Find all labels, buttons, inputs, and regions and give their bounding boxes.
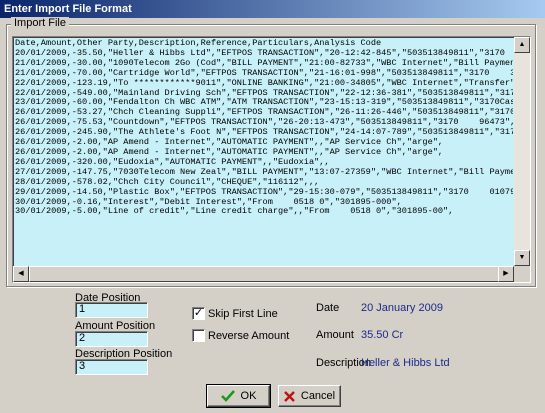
ok-button[interactable]: OK — [206, 384, 271, 408]
import-file-lines: Date,Amount,Other Party,Description,Refe… — [15, 39, 513, 265]
cancel-button[interactable]: Cancel — [278, 385, 341, 407]
checkmark-icon — [220, 390, 235, 402]
cancel-button-label: Cancel — [300, 390, 336, 402]
preview-amount-label: Amount — [316, 329, 354, 341]
import-file-group: Import File Date,Amount,Other Party,Desc… — [6, 17, 536, 287]
window-title: Enter Import File Format — [0, 0, 545, 18]
x-mark-icon — [284, 390, 295, 402]
import-file-line: 29/01/2009,-14.50,"Plastic Box","EFTPOS … — [15, 186, 513, 197]
scroll-down-arrow-icon[interactable]: ▼ — [514, 250, 530, 266]
scroll-left-arrow-icon[interactable]: ◀ — [13, 266, 29, 282]
preview-date-label: Date — [316, 302, 340, 314]
horizontal-scrollbar[interactable]: ◀ ▶ — [13, 266, 514, 282]
scrollbar-corner — [514, 266, 530, 282]
scroll-up-arrow-icon[interactable]: ▲ — [514, 37, 530, 53]
reverse-amount-checkbox[interactable] — [192, 329, 205, 342]
import-file-label: Import File — [11, 17, 69, 29]
reverse-amount-label[interactable]: Reverse Amount — [208, 330, 289, 342]
skip-first-line-checkbox[interactable]: ✓ — [192, 307, 205, 320]
scroll-right-arrow-icon[interactable]: ▶ — [498, 266, 514, 282]
preview-description-value: Heller & Hibbs Ltd — [361, 357, 450, 369]
amount-position-input[interactable]: 2 — [75, 331, 148, 347]
description-position-input[interactable]: 3 — [75, 359, 148, 375]
import-file-textarea[interactable]: Date,Amount,Other Party,Description,Refe… — [12, 36, 531, 283]
date-position-input[interactable]: 1 — [75, 302, 148, 318]
vertical-scrollbar[interactable]: ▲ ▼ — [514, 37, 530, 266]
horizontal-scroll-thumb[interactable] — [29, 266, 509, 282]
checkmark-icon: ✓ — [193, 307, 204, 319]
import-file-line: 30/01/2009,-5.00,"Line of credit","Line … — [15, 206, 454, 217]
skip-first-line-label[interactable]: Skip First Line — [208, 308, 278, 320]
preview-date-value: 20 January 2009 — [361, 302, 443, 314]
ok-button-label: OK — [240, 390, 257, 402]
preview-amount-value: 35.50 Cr — [361, 329, 404, 341]
